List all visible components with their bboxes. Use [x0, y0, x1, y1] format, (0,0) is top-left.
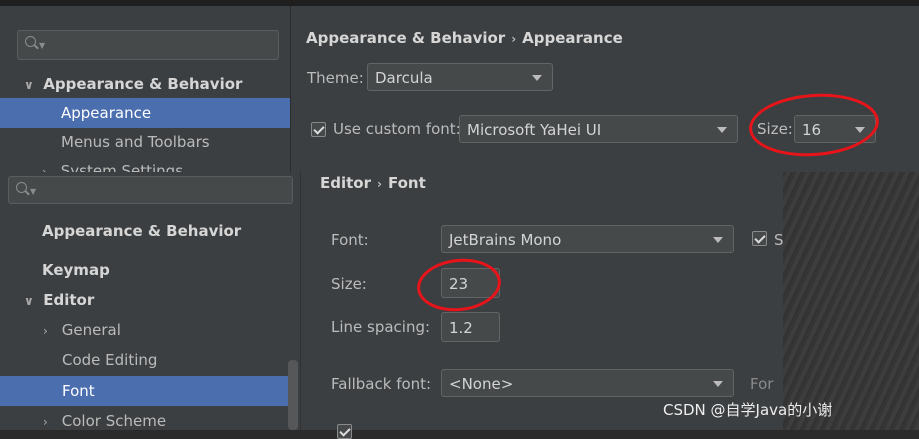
background-texture	[783, 172, 919, 430]
chevron-right-icon: ›	[43, 324, 48, 338]
enable-ligatures-checkbox[interactable]	[337, 424, 352, 439]
breadcrumb-part[interactable]: Editor	[320, 174, 371, 192]
line-spacing-input[interactable]: 1.2	[441, 312, 500, 342]
dropdown-arrow-icon	[713, 237, 723, 243]
breadcrumb-part[interactable]: Appearance & Behavior	[306, 29, 505, 47]
chevron-down-icon: ∨	[24, 78, 34, 92]
sidebar-item-label: Menus and Toolbars	[61, 133, 210, 151]
search-dropdown-icon[interactable]: ▼	[39, 41, 45, 50]
chevron-down-icon: ∨	[24, 294, 34, 308]
top-breadcrumb: Appearance & Behavior › Appearance	[306, 28, 623, 48]
custom-font-value: Microsoft YaHei UI	[467, 121, 602, 139]
bottom-breadcrumb: Editor › Font	[320, 173, 426, 193]
search-icon	[16, 182, 27, 193]
search-dropdown-icon[interactable]: ▼	[30, 187, 36, 196]
sidebar-item-label: Appearance & Behavior	[42, 222, 242, 240]
dropdown-arrow-icon	[713, 381, 723, 387]
sidebar-scrollbar[interactable]	[288, 360, 298, 430]
sidebar-item-keymap[interactable]: Keymap	[0, 255, 290, 285]
breadcrumb-separator: ›	[511, 32, 517, 46]
sidebar-item-label: Appearance	[61, 104, 152, 122]
search-icon	[25, 36, 36, 47]
chevron-right-icon: ›	[42, 165, 47, 172]
sidebar-item-label: General	[61, 321, 121, 339]
sidebar-item-menus-toolbars[interactable]: Menus and Toolbars	[0, 127, 290, 157]
extra-checkbox-label: S	[774, 231, 783, 249]
fallback-font-value: <None>	[449, 375, 514, 393]
sidebar-item-label: Editor	[43, 291, 95, 309]
line-spacing-label: Line spacing:	[331, 318, 431, 336]
sidebar-item-color-scheme[interactable]: › Color Scheme	[0, 406, 290, 430]
watermark-text: CSDN @自学Java的小谢	[663, 401, 833, 419]
sidebar-item-label: Keymap	[42, 261, 110, 279]
sidebar-item-system-settings[interactable]: › System Settings	[0, 156, 290, 172]
sidebar-item-appearance-behavior[interactable]: Appearance & Behavior	[0, 216, 290, 246]
top-search-input[interactable]: ▼	[17, 30, 279, 60]
breadcrumb-part: Font	[387, 174, 426, 192]
chevron-right-icon: ›	[43, 415, 48, 429]
sidebar-item-label: Font	[62, 382, 95, 400]
theme-value: Darcula	[375, 69, 433, 87]
sidebar-item-general[interactable]: › General	[0, 315, 290, 345]
sidebar-item-font[interactable]: Font	[0, 376, 288, 406]
custom-font-dropdown[interactable]: Microsoft YaHei UI	[459, 115, 738, 143]
bottom-search-input[interactable]: ▼	[8, 176, 293, 204]
editor-font-label: Font:	[331, 231, 369, 249]
theme-label: Theme:	[307, 69, 364, 87]
sidebar-item-label: Color Scheme	[61, 412, 167, 430]
breadcrumb-separator: ›	[377, 177, 382, 191]
bottom-divider	[300, 172, 301, 430]
show-ligatures-checkbox[interactable]	[752, 231, 767, 246]
editor-font-value: JetBrains Mono	[449, 231, 562, 249]
fallback-font-dropdown[interactable]: <None>	[441, 369, 734, 397]
editor-font-dropdown[interactable]: JetBrains Mono	[441, 225, 734, 253]
sidebar-group-label: Appearance & Behavior	[43, 75, 243, 93]
editor-size-label: Size:	[331, 275, 367, 293]
line-spacing-value: 1.2	[449, 319, 473, 337]
sidebar-item-appearance[interactable]: Appearance	[0, 98, 290, 128]
fallback-font-label: Fallback font:	[331, 375, 432, 393]
sidebar-item-code-editing[interactable]: Code Editing	[0, 345, 290, 375]
sidebar-group-editor[interactable]: ∨ Editor	[0, 285, 290, 315]
dropdown-arrow-icon	[532, 75, 542, 81]
dropdown-arrow-icon	[717, 127, 727, 133]
sidebar-item-label: System Settings	[60, 162, 184, 172]
theme-dropdown[interactable]: Darcula	[367, 63, 553, 91]
sidebar-item-label: Code Editing	[62, 351, 158, 369]
use-custom-font-label: Use custom font:	[333, 120, 461, 138]
sidebar-group-appearance-behavior[interactable]: ∨ Appearance & Behavior	[0, 69, 290, 99]
fallback-extra-label: For	[750, 375, 774, 393]
breadcrumb-part: Appearance	[522, 29, 623, 47]
use-custom-font-checkbox[interactable]	[311, 122, 326, 137]
top-divider	[290, 6, 291, 172]
